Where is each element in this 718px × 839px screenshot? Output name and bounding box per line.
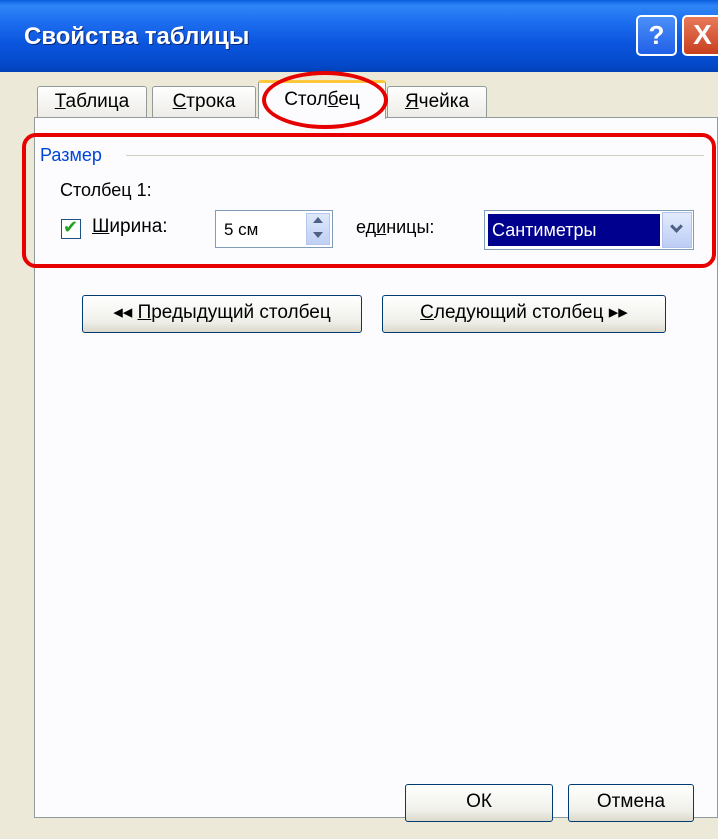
tab-table-key: Т <box>54 91 66 112</box>
close-icon[interactable]: X <box>682 15 718 56</box>
width-label-key: Ш <box>92 216 110 237</box>
cancel-button[interactable]: Отмена <box>568 784 694 822</box>
units-label-b: ницы: <box>386 217 435 237</box>
column-number-label: Столбец 1: <box>60 180 152 200</box>
double-right-arrow-icon: ▸▸ <box>608 302 628 323</box>
tab-column-label-a: Стол <box>284 89 328 110</box>
tab-row-key: С <box>172 91 187 112</box>
next-column-button[interactable]: Следующий столбец ▸▸ <box>382 295 666 333</box>
units-label-key: и <box>376 217 387 237</box>
tab-column-key: б <box>327 89 339 110</box>
tab-row[interactable]: Строка <box>152 86 256 118</box>
units-label-a: ед <box>356 217 377 237</box>
tab-cell-label: чейка <box>418 91 470 112</box>
ok-button[interactable]: ОК <box>405 784 553 822</box>
chevron-down-icon <box>670 220 683 233</box>
tab-cell-key: Я <box>404 91 419 112</box>
size-group-label: Размер <box>40 145 102 165</box>
arrow-down-icon[interactable] <box>313 232 323 238</box>
tab-column-label-b: ец <box>338 89 360 110</box>
group-divider <box>126 155 704 156</box>
width-spinner[interactable]: 5 см <box>215 210 333 248</box>
window-title: Свойства таблицы <box>24 23 250 50</box>
prev-key: П <box>137 302 152 323</box>
arrow-up-icon[interactable] <box>313 217 323 223</box>
help-icon[interactable]: ? <box>636 15 677 56</box>
table-properties-dialog: Свойства таблицы ? X Таблица Строка Стол… <box>0 0 718 839</box>
width-value[interactable]: 5 см <box>224 220 258 240</box>
title-bar[interactable]: Свойства таблицы ? X <box>0 0 718 72</box>
tab-column[interactable]: Столбец <box>258 80 386 119</box>
units-select[interactable]: Сантиметры <box>484 210 694 250</box>
tab-cell[interactable]: Ячейка <box>387 86 487 118</box>
previous-column-button[interactable]: ◂◂ Предыдущий столбец <box>82 295 362 333</box>
next-key: С <box>420 302 434 323</box>
width-checkbox[interactable]: ✔ <box>61 217 81 239</box>
tab-row-label: трока <box>186 91 236 112</box>
width-label: Ширина: <box>92 216 168 238</box>
next-label: ледующий столбец <box>433 302 604 323</box>
tab-table-label: аблица <box>65 91 130 112</box>
width-label-text: ирина: <box>109 216 168 237</box>
units-selected-value[interactable]: Сантиметры <box>487 213 661 247</box>
dropdown-button[interactable] <box>662 212 692 248</box>
prev-label: редыдущий столбец <box>151 302 331 323</box>
checkmark-icon: ✔ <box>63 217 79 237</box>
units-label: единицы: <box>356 217 434 238</box>
double-left-arrow-icon: ◂◂ <box>113 302 133 323</box>
spinner-buttons[interactable] <box>306 213 330 245</box>
tab-table[interactable]: Таблица <box>37 86 147 118</box>
